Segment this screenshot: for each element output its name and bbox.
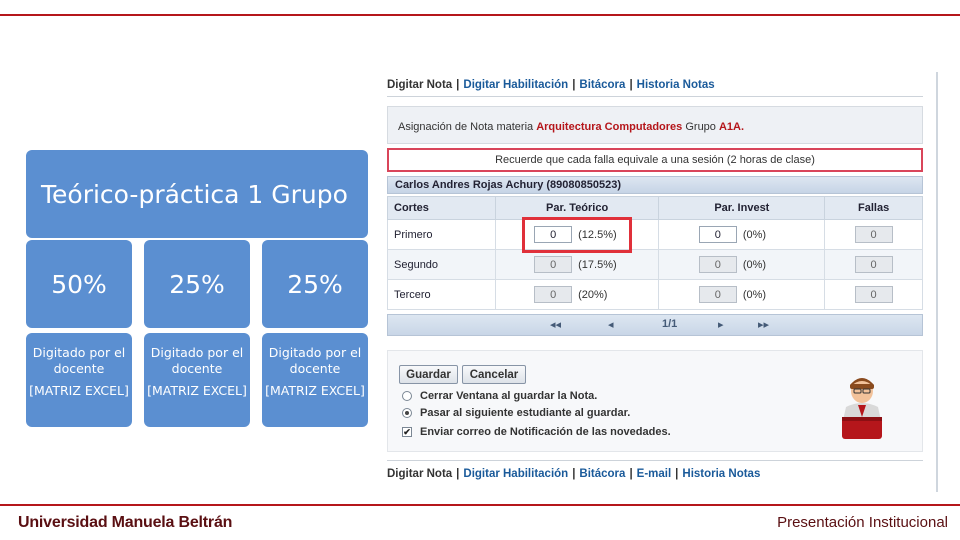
nav-historia-notas[interactable]: Historia Notas <box>682 468 760 480</box>
invest-input: 0 <box>698 256 737 273</box>
corte-label: Tercero <box>387 279 496 310</box>
option-label: Pasar al siguiente estudiante al guardar… <box>420 407 631 419</box>
nav-bitacora[interactable]: Bitácora <box>579 468 625 480</box>
table-row: Segundo 0 (17.5%) 0 (0%) 0 <box>387 249 923 280</box>
top-nav: Digitar Nota | Digitar Habilitación | Bitáco… <box>387 79 715 91</box>
student-header: Carlos Andres Rojas Achury (89080850523) <box>387 176 923 194</box>
assignment-info: Asignación de Nota materia Arquitectura … <box>387 106 923 144</box>
description-line1: Digitado por el docente <box>32 345 126 376</box>
divider <box>387 460 923 461</box>
invest-percent: (0%) <box>742 228 767 241</box>
description-block-3: Digitado por el docente [MATRIZ EXCEL] <box>262 333 368 427</box>
corte-label: Primero <box>387 219 496 250</box>
table-row: Primero 0 (12.5%) 0 (0%) 0 <box>387 219 923 250</box>
teorico-input: 0 <box>534 286 573 303</box>
title-block: Teórico-práctica 1 Grupo <box>26 150 368 238</box>
presentation-label: Presentación Institucional <box>777 514 948 531</box>
last-page-icon[interactable]: ▸▸ <box>758 318 769 331</box>
teorico-input[interactable]: 0 <box>534 226 573 243</box>
grades-table: Cortes Par. Teórico Par. Invest Fallas P… <box>387 196 923 310</box>
nav-digitar-habilitacion[interactable]: Digitar Habilitación <box>463 468 568 480</box>
description-block-2: Digitado por el docente [MATRIZ EXCEL] <box>144 333 250 427</box>
prev-page-icon[interactable]: ◂ <box>608 318 614 331</box>
radio-next-student[interactable] <box>402 408 412 418</box>
option-label: Enviar correo de Notificación de las nov… <box>420 426 671 438</box>
save-button[interactable]: Guardar <box>399 365 458 384</box>
divider <box>387 96 923 97</box>
bottom-nav: Digitar Nota | Digitar Habilitación | Bitáco… <box>387 468 761 480</box>
column-header-cortes: Cortes <box>387 196 496 220</box>
corte-label: Segundo <box>387 249 496 280</box>
percent-block-3: 25% <box>262 240 368 328</box>
column-header-fallas: Fallas <box>824 196 923 220</box>
pager: ◂◂ ◂ 1/1 ▸ ▸▸ <box>387 314 923 336</box>
assignment-prefix: Asignación de Nota materia <box>398 121 534 133</box>
teorico-percent: (12.5%) <box>578 228 617 241</box>
invest-percent: (0%) <box>742 288 767 301</box>
nav-digitar-nota[interactable]: Digitar Nota <box>387 79 452 91</box>
institution-name: Universidad Manuela Beltrán <box>18 514 233 531</box>
page-indicator: 1/1 <box>662 318 678 330</box>
nav-digitar-habilitacion[interactable]: Digitar Habilitación <box>463 79 568 91</box>
assignment-group-label: Grupo <box>685 121 716 133</box>
table-row: Tercero 0 (20%) 0 (0%) 0 <box>387 279 923 310</box>
option-send-email[interactable]: ✔ Enviar correo de Notificación de las n… <box>402 426 671 438</box>
nav-historia-notas[interactable]: Historia Notas <box>637 79 715 91</box>
fallas-input: 0 <box>854 256 893 273</box>
nav-digitar-nota[interactable]: Digitar Nota <box>387 468 452 480</box>
nav-bitacora[interactable]: Bitácora <box>579 79 625 91</box>
invest-input[interactable]: 0 <box>698 226 737 243</box>
invest-percent: (0%) <box>742 258 767 271</box>
nav-email[interactable]: E-mail <box>637 468 672 480</box>
column-header-teorico: Par. Teórico <box>494 196 660 220</box>
table-header-row: Cortes Par. Teórico Par. Invest Fallas <box>387 196 923 220</box>
teorico-input: 0 <box>534 256 573 273</box>
panel-border <box>936 72 938 492</box>
teorico-percent: (17.5%) <box>578 258 617 271</box>
assignment-group: A1A. <box>718 121 745 133</box>
top-rule <box>0 14 960 16</box>
bottom-rule <box>0 504 960 506</box>
fallas-input[interactable]: 0 <box>854 226 893 243</box>
description-line1: Digitado por el docente <box>150 345 244 376</box>
fallas-input: 0 <box>854 286 893 303</box>
description-line2: [MATRIZ EXCEL] <box>29 383 129 398</box>
option-close-window[interactable]: Cerrar Ventana al guardar la Nota. <box>402 390 597 402</box>
checkbox-send-email[interactable]: ✔ <box>402 427 412 437</box>
teacher-avatar-icon <box>842 378 882 439</box>
description-line2: [MATRIZ EXCEL] <box>147 383 247 398</box>
column-header-invest: Par. Invest <box>658 196 826 220</box>
description-block-1: Digitado por el docente [MATRIZ EXCEL] <box>26 333 132 427</box>
next-page-icon[interactable]: ▸ <box>718 318 724 331</box>
description-line1: Digitado por el docente <box>268 345 362 376</box>
teorico-percent: (20%) <box>578 288 608 301</box>
option-label: Cerrar Ventana al guardar la Nota. <box>420 390 598 402</box>
option-next-student[interactable]: Pasar al siguiente estudiante al guardar… <box>402 407 630 419</box>
first-page-icon[interactable]: ◂◂ <box>550 318 561 331</box>
assignment-subject: Arquitectura Computadores <box>536 121 683 133</box>
cancel-button[interactable]: Cancelar <box>462 365 526 384</box>
percent-block-1: 50% <box>26 240 132 328</box>
invest-input: 0 <box>698 286 737 303</box>
absence-notice: Recuerde que cada falla equivale a una s… <box>387 148 923 172</box>
percent-block-2: 25% <box>144 240 250 328</box>
radio-close-window[interactable] <box>402 391 412 401</box>
description-line2: [MATRIZ EXCEL] <box>265 383 365 398</box>
